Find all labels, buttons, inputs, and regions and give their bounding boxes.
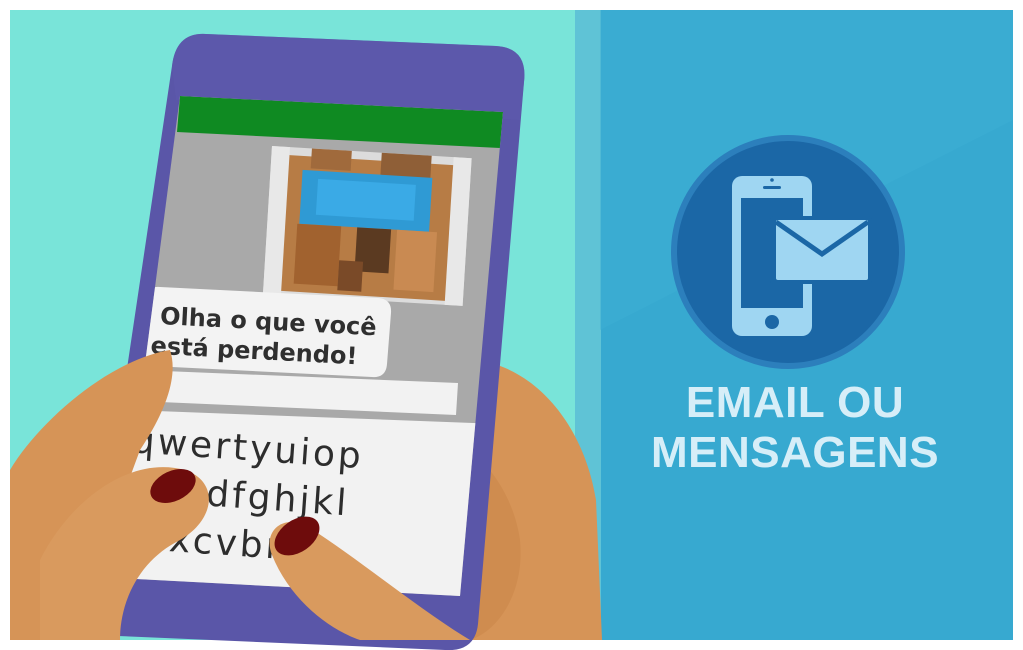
caption-line-2: MENSAGENS [650, 428, 940, 477]
illustration: Olha o que você está perdendo! qwertyuio… [0, 0, 1023, 650]
caption: EMAIL OU MENSAGENS [630, 378, 960, 478]
scene: Olha o que você está perdendo! qwertyuio… [0, 0, 1023, 650]
censored-photo [262, 146, 472, 306]
phone-envelope-icon [671, 135, 905, 369]
caption-line-1: EMAIL OU [685, 378, 905, 427]
